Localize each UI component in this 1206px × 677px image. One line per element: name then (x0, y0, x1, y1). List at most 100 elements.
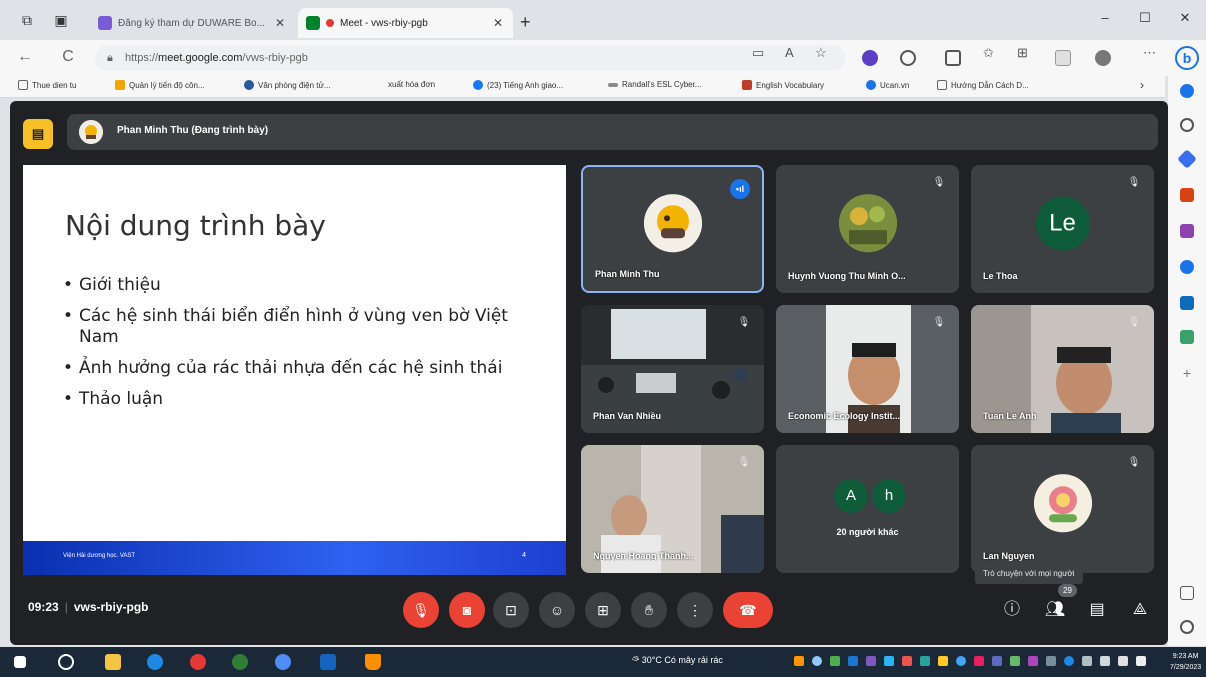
others-tile[interactable]: A h 20 người khác (776, 445, 959, 573)
bookmark-item[interactable]: Văn phòng điện tử... (244, 80, 331, 90)
minimize-button[interactable]: – (1095, 10, 1115, 25)
presentation-controls-button[interactable]: ▤ (23, 119, 53, 149)
tray-icon[interactable] (1028, 656, 1038, 666)
bookmark-item[interactable]: Hướng Dẫn Cách D... (937, 80, 1029, 90)
weather-widget[interactable]: ⛅︎ 30°C Có mây rải rác (632, 655, 723, 666)
participant-tile[interactable]: 🎙︎ Phan Van Nhiều (581, 305, 764, 433)
vlc-icon[interactable] (365, 654, 381, 670)
close-icon[interactable]: ✕ (273, 16, 287, 30)
extension-icon[interactable] (862, 50, 878, 66)
tray-icon[interactable] (920, 656, 930, 666)
bookmark-item[interactable]: Randall's ESL Cyber... (608, 80, 702, 89)
bing-chat-button[interactable]: b (1175, 46, 1199, 70)
tray-icon[interactable] (884, 656, 894, 666)
reload-button[interactable]: C (58, 48, 78, 66)
raise-hand-button[interactable]: ✋︎ (631, 592, 667, 628)
bluetooth-icon[interactable] (1064, 656, 1074, 666)
tray-icon[interactable] (974, 656, 984, 666)
tray-icon[interactable] (866, 656, 876, 666)
more-menu-icon[interactable]: ⋯ (1143, 45, 1156, 61)
participant-tile[interactable]: 🎙︎ Huynh Vuong Thu Minh O... (776, 165, 959, 293)
tray-icon[interactable] (848, 656, 858, 666)
split-screen-icon[interactable] (945, 50, 961, 66)
settings-gear-icon[interactable] (1180, 620, 1194, 634)
close-icon[interactable]: ✕ (491, 16, 505, 30)
discover-icon[interactable] (1180, 84, 1194, 98)
battery-icon[interactable] (1100, 656, 1110, 666)
chat-icon[interactable]: ▤ (1085, 598, 1109, 622)
reactions-button[interactable]: ☺ (539, 592, 575, 628)
participant-tile[interactable]: Le 🎙︎ Le Thoa (971, 165, 1154, 293)
bookmark-item[interactable]: xuất hóa đơn (388, 80, 435, 89)
url-field[interactable]: 🔒︎ https://meet.google.com/vws-rbiy-pgb (95, 45, 845, 71)
favorite-star-icon[interactable]: ☆ (815, 45, 827, 61)
search-icon[interactable] (58, 654, 74, 670)
participant-tile[interactable]: •ıl Phan Minh Thu (581, 165, 764, 293)
browser-icon[interactable] (232, 654, 248, 670)
tray-icon[interactable] (830, 656, 840, 666)
tab-actions-icon[interactable]: ▣ (52, 11, 70, 29)
edge-icon[interactable] (147, 654, 163, 670)
collections-icon[interactable]: ⊞ (1017, 45, 1028, 61)
bookmark-item[interactable]: Ucan.vn (866, 80, 909, 90)
close-window-button[interactable]: ✕ (1175, 10, 1195, 26)
language-icon[interactable] (1118, 656, 1128, 666)
tray-icon[interactable] (956, 656, 966, 666)
start-button-icon[interactable] (14, 656, 26, 668)
pen-icon[interactable] (1136, 656, 1146, 666)
workspaces-icon[interactable]: ⧉ (18, 11, 36, 29)
browser-essentials-icon[interactable] (1055, 50, 1071, 66)
new-tab-button[interactable]: + (520, 12, 531, 33)
tray-icon[interactable] (938, 656, 948, 666)
bookmark-item[interactable]: (23) Tiếng Anh giao... (473, 80, 563, 90)
profile-avatar[interactable] (1095, 50, 1111, 66)
tab-registration[interactable]: Đăng ký tham dự DUWARE Bo... ✕ (90, 8, 295, 38)
people-icon[interactable]: 👥︎ (1043, 598, 1067, 622)
games-icon[interactable] (1180, 224, 1194, 238)
participant-tile[interactable]: 🎙︎ Lan Nguyen (971, 445, 1154, 573)
tray-icon[interactable] (1010, 656, 1020, 666)
participant-tile[interactable]: 🎙︎ Economic Ecology Instit... (776, 305, 959, 433)
hide-sidebar-icon[interactable] (1180, 586, 1194, 600)
leave-call-button[interactable]: ☎︎ (723, 592, 773, 628)
chrome-icon[interactable] (190, 654, 206, 670)
zoom-icon[interactable] (275, 654, 291, 670)
lock-icon[interactable]: 🔒︎ (107, 45, 113, 71)
captions-button[interactable]: ⊡ (493, 592, 529, 628)
more-options-button[interactable]: ⋮ (677, 592, 713, 628)
participant-tile[interactable]: 🎙︎ Nguyen Hoang Thanh... (581, 445, 764, 573)
search-icon[interactable] (1180, 118, 1194, 132)
favorites-icon[interactable]: ✩ (983, 45, 994, 61)
tab-meet[interactable]: Meet - vws-rbiy-pgb ✕ (298, 8, 513, 38)
file-explorer-icon[interactable] (105, 654, 121, 670)
present-now-button[interactable]: ⊞ (585, 592, 621, 628)
refresh-ext-icon[interactable] (900, 50, 916, 66)
outlook-icon[interactable] (1180, 296, 1194, 310)
tray-icon[interactable] (992, 656, 1002, 666)
volume-icon[interactable] (1082, 656, 1092, 666)
network-icon[interactable] (1046, 656, 1056, 666)
add-sidebar-app-icon[interactable]: + (1180, 366, 1194, 380)
bookmark-item[interactable]: Thue dien tu (18, 80, 76, 90)
camera-in-use-icon[interactable]: ▭ (752, 45, 764, 61)
bookmark-item[interactable]: Quản lý tiến độ côn... (115, 80, 205, 90)
meeting-details-icon[interactable]: ⓘ (1000, 598, 1024, 622)
word-icon[interactable] (320, 654, 336, 670)
system-clock[interactable]: 9:23 AM 7/29/2023 (1170, 651, 1201, 673)
mic-toggle-button[interactable]: 🎙︎ (403, 592, 439, 628)
office-icon[interactable] (1180, 260, 1194, 274)
tray-icon[interactable] (812, 656, 822, 666)
tray-icon[interactable] (902, 656, 912, 666)
tray-icon[interactable] (794, 656, 804, 666)
designer-icon[interactable] (1180, 330, 1194, 344)
back-button[interactable]: ← (15, 48, 35, 66)
activities-icon[interactable]: ⟁ (1128, 598, 1152, 622)
participant-tile[interactable]: 🎙︎ Tuan Le Anh (971, 305, 1154, 433)
bookmark-item[interactable]: English Vocabulary (742, 80, 824, 90)
bookmarks-overflow-button[interactable]: › (1140, 78, 1144, 92)
maximize-button[interactable]: ☐ (1135, 10, 1155, 26)
read-aloud-icon[interactable]: A (785, 45, 794, 60)
tools-icon[interactable] (1180, 188, 1194, 202)
tag-icon[interactable] (1177, 149, 1197, 169)
camera-toggle-button[interactable]: ◙ (449, 592, 485, 628)
